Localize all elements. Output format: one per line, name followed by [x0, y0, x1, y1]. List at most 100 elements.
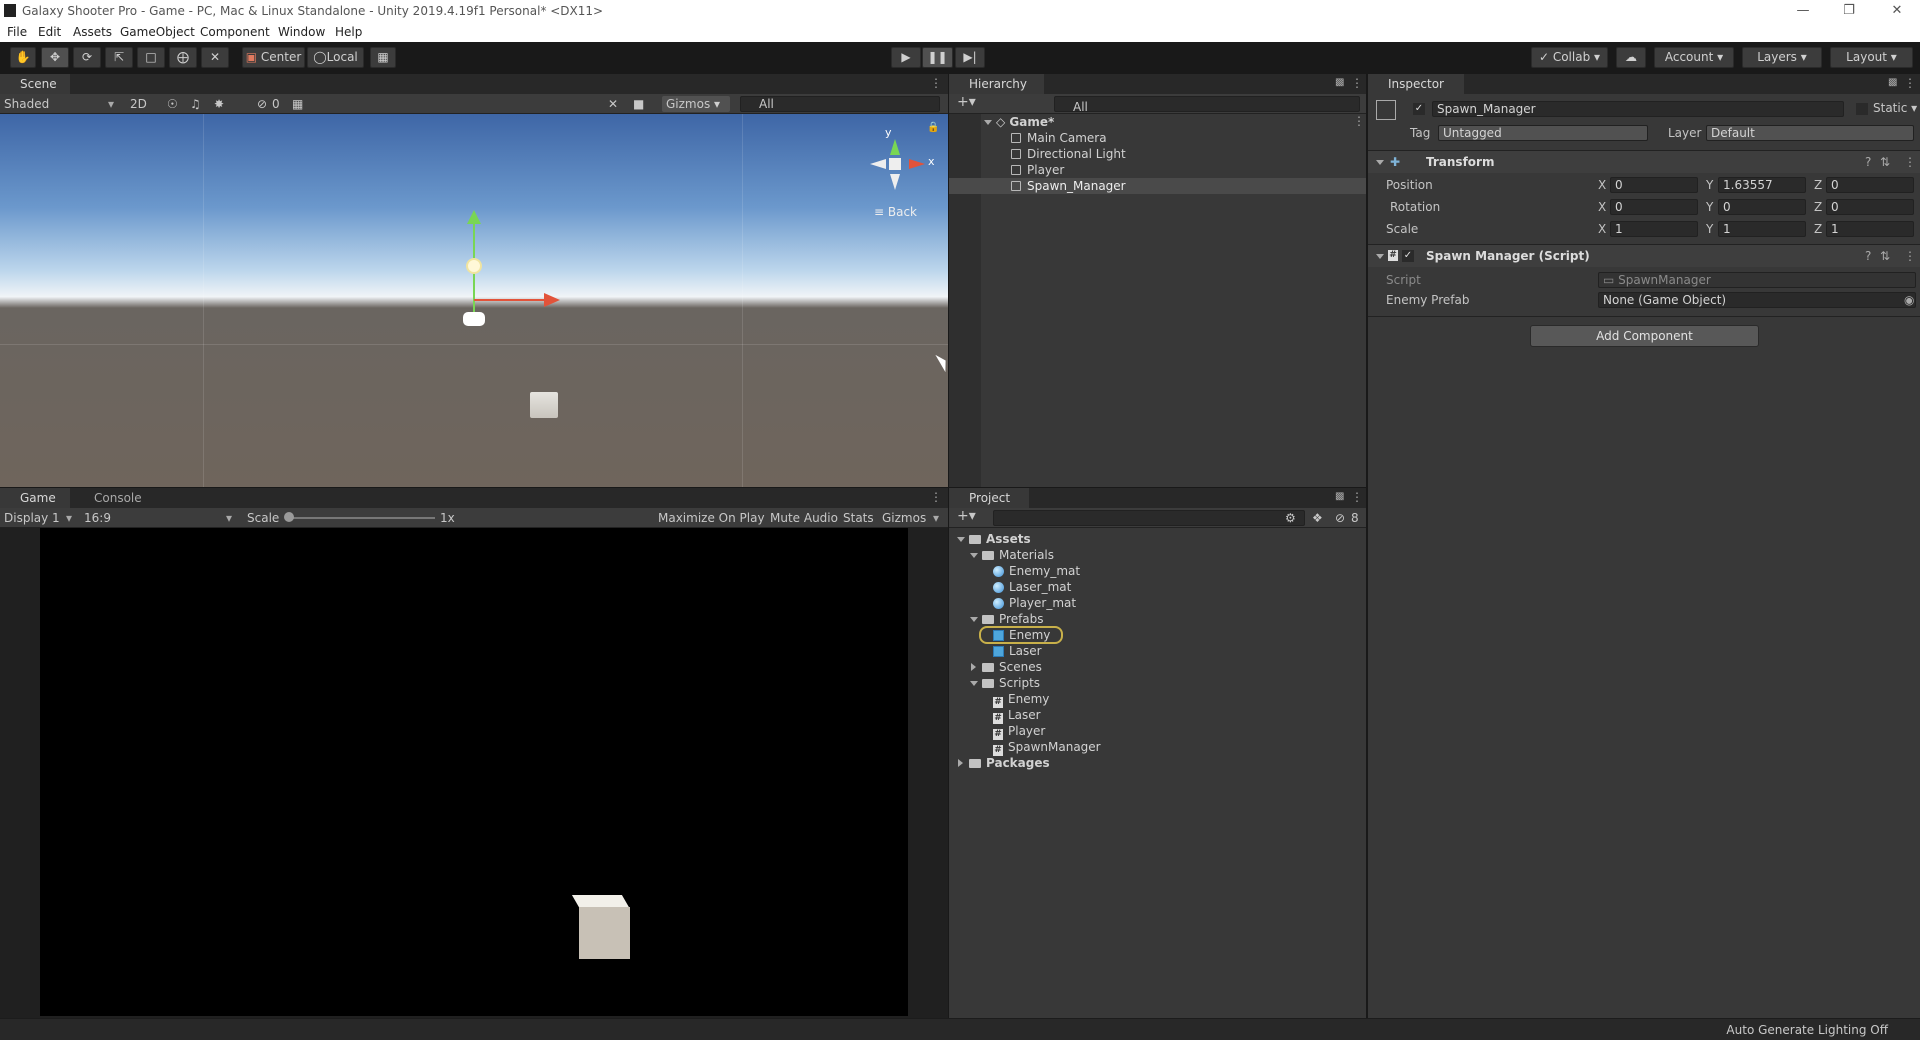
play-button[interactable]: ▶: [891, 47, 921, 68]
orientation-x-cone[interactable]: [909, 159, 925, 169]
scene-cube[interactable]: [530, 392, 558, 418]
static-checkbox[interactable]: [1856, 103, 1868, 115]
tab-project[interactable]: Project: [949, 488, 1029, 508]
asset-enemy-script[interactable]: # Enemy: [993, 691, 1049, 708]
add-component-button[interactable]: Add Component: [1530, 325, 1759, 347]
restore-button[interactable]: ❐: [1826, 0, 1872, 22]
preset-icon[interactable]: ⇅: [1880, 155, 1890, 169]
position-y-field[interactable]: 1.63557: [1718, 177, 1806, 193]
custom-tool-icon[interactable]: ✕: [201, 47, 229, 68]
packages-expand-icon[interactable]: [958, 759, 963, 767]
rotation-z-field[interactable]: 0: [1826, 199, 1914, 215]
menu-gameobject[interactable]: GameObject: [120, 25, 195, 39]
hierarchy-scene-row[interactable]: ◇ Game*: [996, 114, 1054, 130]
hierarchy-item-directional-light[interactable]: Directional Light: [1011, 146, 1126, 162]
asset-player-mat[interactable]: Player_mat: [993, 595, 1076, 611]
project-menu-icon[interactable]: ⋮: [1351, 490, 1363, 504]
x-axis-arrow-icon[interactable]: [544, 293, 560, 307]
scale-z-field[interactable]: 1: [1826, 221, 1914, 237]
folder-scripts[interactable]: Scripts: [982, 675, 1040, 691]
step-button[interactable]: ▶|: [955, 47, 985, 68]
rect-tool-icon[interactable]: □: [137, 47, 165, 68]
asset-laser-mat[interactable]: Laser_mat: [993, 579, 1071, 595]
mute-audio-toggle[interactable]: Mute Audio: [770, 511, 838, 525]
hierarchy-add-icon[interactable]: +▾: [957, 94, 976, 110]
scene-row-menu-icon[interactable]: ⋮: [1353, 114, 1365, 128]
folder-assets[interactable]: Assets: [969, 531, 1031, 547]
y-axis-arrow-icon[interactable]: [467, 210, 481, 224]
rotate-tool-icon[interactable]: ⟳: [73, 47, 101, 68]
project-lock-icon[interactable]: ▩: [1335, 491, 1344, 502]
hierarchy-menu-icon[interactable]: ⋮: [1351, 76, 1363, 90]
search-by-type-icon[interactable]: ⚙: [1285, 511, 1296, 525]
script-help-icon[interactable]: ?: [1865, 249, 1871, 263]
grid-snap-icon[interactable]: ▦: [370, 47, 396, 68]
position-x-field[interactable]: 0: [1610, 177, 1698, 193]
scene-search-input[interactable]: All: [740, 96, 940, 112]
tab-inspector[interactable]: Inspector: [1368, 74, 1464, 94]
layout-dropdown[interactable]: Layout ▾: [1830, 47, 1913, 68]
toggle-2d-button[interactable]: 2D: [130, 97, 147, 111]
static-dropdown[interactable]: Static ▾: [1873, 101, 1917, 115]
scale-y-field[interactable]: 1: [1718, 221, 1806, 237]
script-enabled-checkbox[interactable]: ✓: [1402, 250, 1414, 262]
tab-scene[interactable]: Scene: [0, 74, 70, 94]
script-preset-icon[interactable]: ⇅: [1880, 249, 1890, 263]
hierarchy-item-spawn-manager[interactable]: Spawn_Manager: [1011, 178, 1126, 194]
display-dropdown[interactable]: Display 1: [4, 511, 60, 525]
scale-tool-icon[interactable]: ⇱: [105, 47, 133, 68]
scale-slider-thumb[interactable]: [284, 512, 294, 522]
scripts-expand-icon[interactable]: [970, 681, 978, 686]
menu-component[interactable]: Component: [200, 25, 270, 39]
cloud-icon[interactable]: ☁: [1616, 47, 1646, 68]
game-gizmos-arrow-icon[interactable]: ▾: [933, 511, 939, 525]
view-label[interactable]: ≡ Back: [874, 205, 917, 219]
x-axis-handle[interactable]: [474, 299, 546, 301]
menu-window[interactable]: Window: [278, 25, 325, 39]
lock-icon[interactable]: 🔒: [927, 122, 939, 133]
scene-expand-icon[interactable]: [984, 120, 992, 125]
pause-button[interactable]: ❚❚: [922, 47, 953, 68]
rotation-y-field[interactable]: 0: [1718, 199, 1806, 215]
minimize-button[interactable]: —: [1780, 0, 1826, 22]
layer-dropdown[interactable]: Default: [1706, 125, 1914, 141]
help-icon[interactable]: ?: [1865, 155, 1871, 169]
game-menu-icon[interactable]: ⋮: [930, 490, 942, 504]
hand-tool-icon[interactable]: ✋: [10, 47, 36, 68]
close-button[interactable]: ✕: [1874, 0, 1920, 22]
transform-header[interactable]: ✚ Transform ? ⇅ ⋮: [1368, 151, 1920, 173]
maximize-on-play-toggle[interactable]: Maximize On Play: [658, 511, 765, 525]
grid-toggle-icon[interactable]: ▦: [292, 97, 303, 111]
script-collapse-icon[interactable]: [1376, 254, 1384, 259]
transform-tool-icon[interactable]: ⨁: [169, 47, 197, 68]
tab-console[interactable]: Console: [74, 488, 154, 508]
hidden-packages-icon[interactable]: ⊘: [1335, 511, 1345, 525]
transform-collapse-icon[interactable]: [1376, 160, 1384, 165]
aspect-dropdown[interactable]: 16:9: [84, 511, 111, 525]
folder-packages[interactable]: Packages: [969, 755, 1050, 771]
layers-dropdown[interactable]: Layers ▾: [1742, 47, 1822, 68]
folder-materials[interactable]: Materials: [982, 547, 1054, 563]
object-name-field[interactable]: Spawn_Manager: [1432, 101, 1844, 117]
hierarchy-search-input[interactable]: All: [1054, 96, 1360, 112]
stats-toggle[interactable]: Stats: [843, 511, 874, 525]
lighting-toggle-icon[interactable]: ☉: [167, 97, 178, 111]
collab-button[interactable]: ✓ Collab ▾: [1531, 47, 1608, 68]
camera-icon[interactable]: [463, 312, 485, 326]
asset-enemy-prefab[interactable]: Enemy: [993, 627, 1050, 643]
rotation-x-field[interactable]: 0: [1610, 199, 1698, 215]
orientation-neg-y-cone[interactable]: [890, 174, 900, 190]
asset-enemy-mat[interactable]: Enemy_mat: [993, 563, 1080, 579]
orientation-center-cube[interactable]: [889, 158, 901, 170]
hidden-objects-icon[interactable]: ⊘: [257, 97, 267, 111]
script-component-header[interactable]: # ✓ Spawn Manager (Script) ? ⇅ ⋮: [1368, 245, 1920, 267]
menu-assets[interactable]: Assets: [73, 25, 112, 39]
game-gizmos-toggle[interactable]: Gizmos: [882, 511, 926, 525]
effects-toggle-icon[interactable]: ✸: [214, 97, 224, 111]
tab-game[interactable]: Game: [0, 488, 70, 508]
account-dropdown[interactable]: Account ▾: [1654, 47, 1734, 68]
menu-file[interactable]: File: [7, 25, 27, 39]
inspector-lock-icon[interactable]: ▩: [1888, 77, 1897, 88]
active-checkbox[interactable]: ✓: [1413, 103, 1425, 115]
materials-expand-icon[interactable]: [970, 553, 978, 558]
